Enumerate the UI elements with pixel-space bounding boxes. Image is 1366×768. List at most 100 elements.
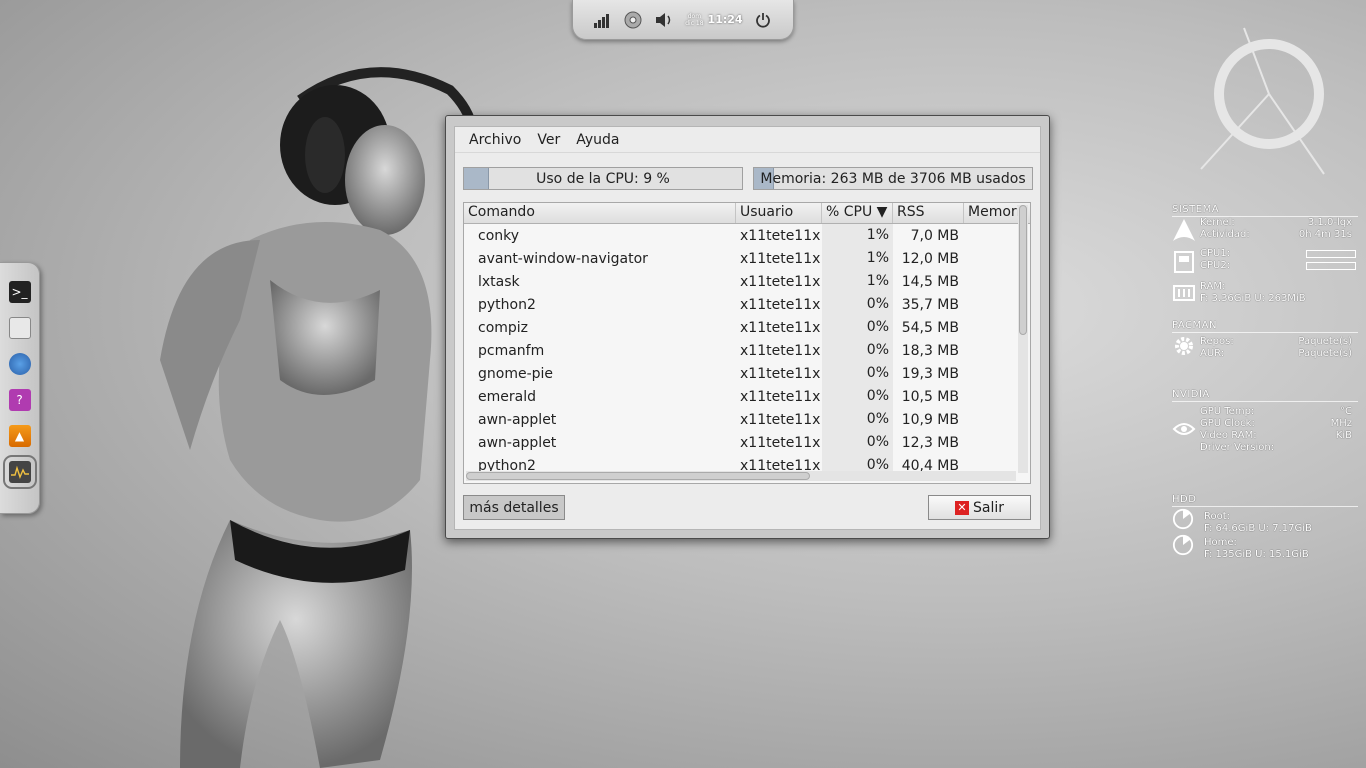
process-command: pcmanfm bbox=[478, 342, 545, 359]
table-row[interactable]: emerald x11tete11x 0% 10,5 MB bbox=[464, 385, 1030, 408]
menu-bar: Archivo Ver Ayuda bbox=[455, 127, 1040, 153]
menu-ver[interactable]: Ver bbox=[531, 130, 566, 150]
conky-hdd: HDD Root: F: 64.6GiB U: 7.17GiB Home: F:… bbox=[1172, 494, 1358, 560]
cpu-usage-bar: Uso de la CPU: 9 % bbox=[463, 167, 743, 190]
column-memory[interactable]: Memori bbox=[964, 203, 1019, 223]
terminal-icon[interactable]: >_ bbox=[8, 281, 31, 303]
table-row[interactable]: conky x11tete11x 1% 7,0 MB bbox=[464, 224, 1030, 247]
table-row[interactable]: awn-applet x11tete11x 0% 12,3 MB bbox=[464, 431, 1030, 454]
power-icon[interactable] bbox=[753, 10, 773, 30]
table-row[interactable]: python2 x11tete11x 0% 35,7 MB bbox=[464, 293, 1030, 316]
file-manager-icon[interactable] bbox=[8, 317, 31, 339]
process-user: x11tete11x bbox=[740, 365, 821, 382]
process-rss: 12,3 MB bbox=[901, 434, 959, 451]
process-user: x11tete11x bbox=[740, 296, 821, 313]
vlc-icon[interactable]: ▲ bbox=[8, 425, 31, 447]
column-cpu[interactable]: % CPU ▼ bbox=[822, 203, 893, 223]
process-table: Comando Usuario % CPU ▼ RSS Memori conky… bbox=[463, 202, 1031, 484]
process-user: x11tete11x bbox=[740, 319, 821, 336]
conky-pacman: PACMAN Repos: Paquete(s) AUR: Paquete(s) bbox=[1172, 320, 1358, 359]
pidgin-icon[interactable]: ? bbox=[8, 389, 31, 411]
uptime-label: Actividad: bbox=[1200, 229, 1250, 240]
process-rss: 14,5 MB bbox=[901, 273, 959, 290]
process-rss: 12,0 MB bbox=[901, 250, 959, 267]
horizontal-scrollbar[interactable] bbox=[466, 471, 1016, 481]
menu-ayuda[interactable]: Ayuda bbox=[570, 130, 625, 150]
process-cpu: 0% bbox=[822, 339, 893, 362]
table-row[interactable]: avant-window-navigator x11tete11x 1% 12,0 M… bbox=[464, 247, 1030, 270]
process-command: awn-applet bbox=[478, 411, 557, 428]
clock-date: dic 18 bbox=[685, 19, 704, 27]
vertical-scrollbar[interactable] bbox=[1018, 205, 1028, 473]
process-command: awn-applet bbox=[478, 434, 557, 451]
process-cpu: 0% bbox=[822, 316, 893, 339]
process-cpu: 1% bbox=[822, 247, 893, 270]
table-header: Comando Usuario % CPU ▼ RSS Memori bbox=[464, 203, 1030, 224]
more-details-label: más detalles bbox=[469, 499, 559, 516]
process-cpu: 0% bbox=[822, 293, 893, 316]
process-cpu: 1% bbox=[822, 224, 893, 247]
clock[interactable]: dom dic 18 11:24 bbox=[685, 13, 742, 27]
process-rss: 19,3 MB bbox=[901, 365, 959, 382]
repos-unit: Paquete(s) bbox=[1298, 336, 1352, 347]
root-detail: F: 64.6GiB U: 7.17GiB bbox=[1204, 523, 1312, 534]
column-user[interactable]: Usuario bbox=[736, 203, 822, 223]
process-user: x11tete11x bbox=[740, 434, 821, 451]
cpu1-bar bbox=[1306, 250, 1356, 258]
quit-button[interactable]: ✕ Salir bbox=[928, 495, 1031, 520]
vram-unit: KiB bbox=[1335, 430, 1352, 441]
network-signal-icon[interactable] bbox=[592, 10, 612, 30]
uptime-value: 0h 4m 31s bbox=[1298, 229, 1352, 240]
nvidia-eye-icon bbox=[1172, 423, 1196, 435]
process-rss: 7,0 MB bbox=[910, 227, 959, 244]
cpu1-label: CPU1: bbox=[1200, 248, 1231, 259]
process-command: gnome-pie bbox=[478, 365, 554, 382]
process-command: compiz bbox=[478, 319, 529, 336]
table-row[interactable]: awn-applet x11tete11x 0% 10,9 MB bbox=[464, 408, 1030, 431]
process-cpu: 0% bbox=[822, 362, 893, 385]
repos-label: Repos: bbox=[1200, 336, 1234, 347]
process-rss: 54,5 MB bbox=[901, 319, 959, 336]
gear-icon bbox=[1175, 337, 1193, 355]
process-user: x11tete11x bbox=[740, 342, 821, 359]
conky-nvidia: NVIDIA GPU Temp: °C GPU Clock: MHz Video… bbox=[1172, 389, 1358, 453]
pacman-title: PACMAN bbox=[1172, 320, 1358, 333]
root-label: Root: bbox=[1204, 511, 1231, 522]
task-manager-window: Archivo Ver Ayuda Uso de la CPU: 9 % Mem… bbox=[445, 115, 1050, 539]
volume-icon[interactable] bbox=[654, 10, 674, 30]
process-user: x11tete11x bbox=[740, 250, 821, 267]
menu-archivo[interactable]: Archivo bbox=[463, 130, 527, 150]
process-user: x11tete11x bbox=[740, 388, 821, 405]
hdd-title: HDD bbox=[1172, 494, 1358, 507]
vertical-scroll-thumb[interactable] bbox=[1019, 205, 1027, 335]
horizontal-scroll-thumb[interactable] bbox=[466, 472, 810, 480]
home-label: Home: bbox=[1204, 537, 1237, 548]
table-row[interactable]: compiz x11tete11x 0% 54,5 MB bbox=[464, 316, 1030, 339]
column-rss[interactable]: RSS bbox=[893, 203, 964, 223]
more-details-button[interactable]: más detalles bbox=[463, 495, 565, 520]
aur-label: AUR: bbox=[1200, 348, 1225, 359]
column-command[interactable]: Comando bbox=[464, 203, 736, 223]
chromium-icon[interactable] bbox=[8, 353, 31, 375]
quit-label: Salir bbox=[972, 499, 1004, 516]
table-row[interactable]: lxtask x11tete11x 1% 14,5 MB bbox=[464, 270, 1030, 293]
table-row[interactable]: gnome-pie x11tete11x 0% 19,3 MB bbox=[464, 362, 1030, 385]
conky-sistema: SISTEMA Kernel: 3.1.0-lqx Actividad: 0h … bbox=[1172, 204, 1358, 304]
gpu-temp-label: GPU Temp: bbox=[1200, 406, 1255, 417]
gpu-clock-unit: MHz bbox=[1330, 418, 1352, 429]
memory-usage-label: Memoria: 263 MB de 3706 MB usados bbox=[760, 170, 1026, 187]
left-dock: >_ ? ▲ bbox=[0, 262, 40, 514]
root-disk-icon bbox=[1172, 508, 1194, 530]
process-command: avant-window-navigator bbox=[478, 250, 648, 267]
home-disk-icon bbox=[1172, 534, 1194, 556]
sistema-title: SISTEMA bbox=[1172, 204, 1358, 217]
gpu-clock-label: GPU Clock: bbox=[1200, 418, 1255, 429]
system-monitor-icon[interactable] bbox=[2, 455, 37, 489]
process-command: emerald bbox=[478, 388, 536, 405]
top-panel: dom dic 18 11:24 bbox=[572, 0, 794, 40]
table-row[interactable]: pcmanfm x11tete11x 0% 18,3 MB bbox=[464, 339, 1030, 362]
driver-label: Driver Version: bbox=[1200, 442, 1275, 453]
settings-wheel-icon[interactable] bbox=[623, 10, 643, 30]
home-detail: F: 135GiB U: 15.1GiB bbox=[1204, 549, 1309, 560]
cpu-usage-label: Uso de la CPU: 9 % bbox=[536, 170, 670, 187]
